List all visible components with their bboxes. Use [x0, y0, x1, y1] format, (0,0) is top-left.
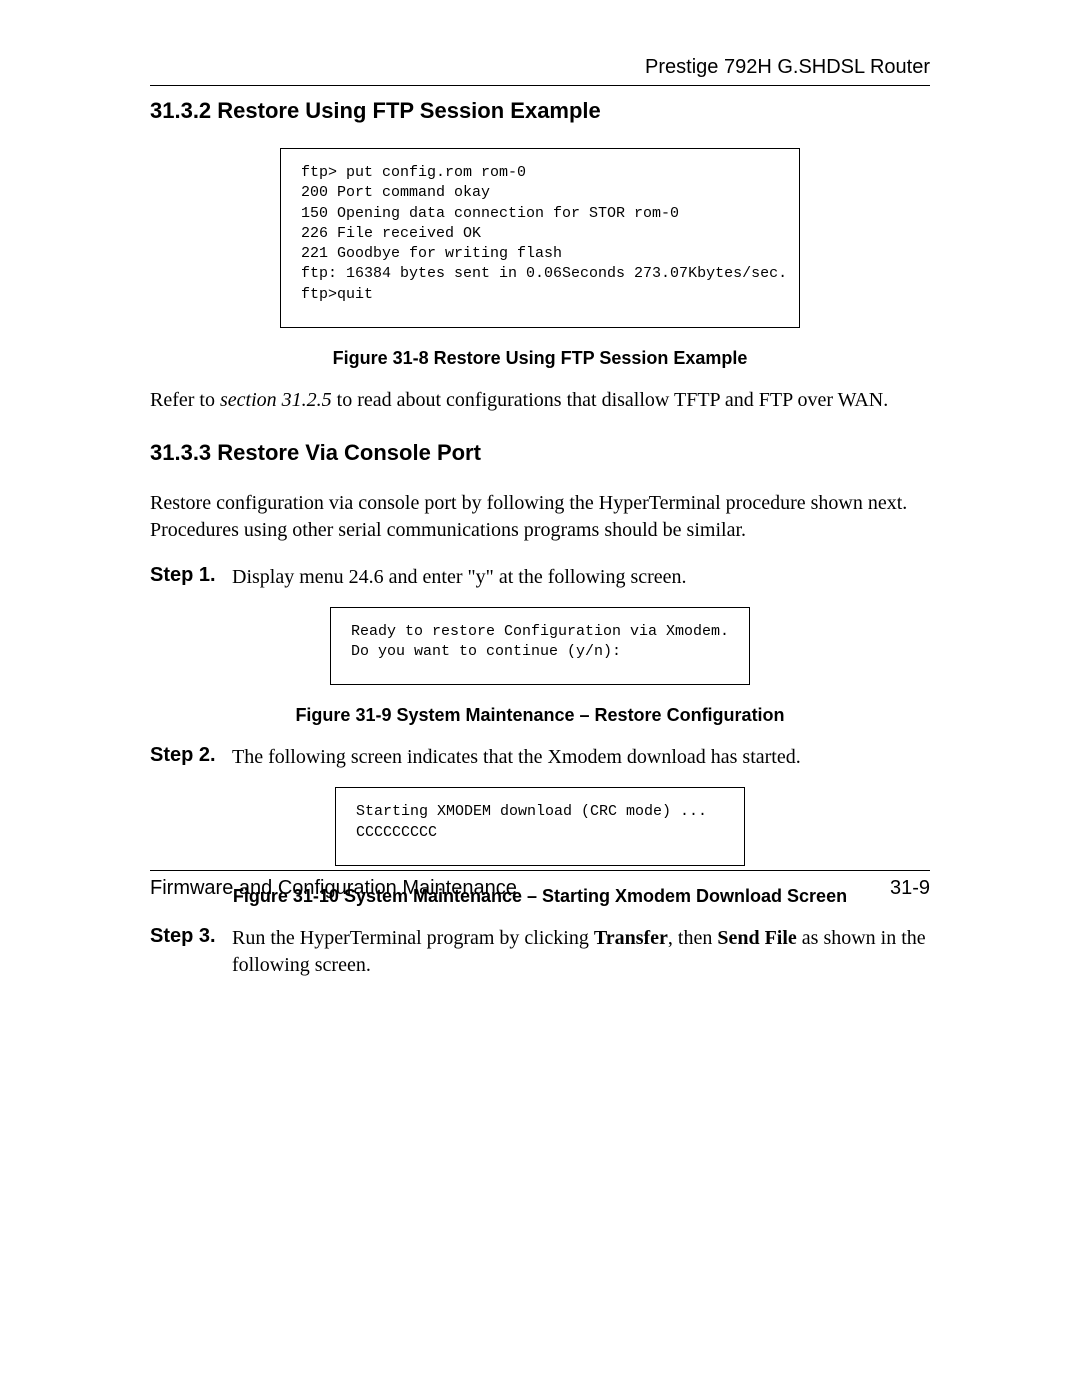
- step-1-label: Step 1.: [150, 564, 232, 591]
- refer-section-ref: section 31.2.5: [220, 389, 332, 411]
- section-heading-31-3-3: 31.3.3 Restore Via Console Port: [150, 440, 930, 466]
- refer-after: to read about configurations that disall…: [332, 389, 889, 411]
- refer-paragraph: Refer to section 31.2.5 to read about co…: [150, 387, 930, 414]
- figure-caption-31-8: Figure 31-8 Restore Using FTP Session Ex…: [150, 348, 930, 369]
- header-title: Prestige 792H G.SHDSL Router: [150, 56, 930, 79]
- ftp-session-codebox: ftp> put config.rom rom-0 200 Port comma…: [280, 148, 800, 328]
- step-2-text: The following screen indicates that the …: [232, 744, 930, 771]
- figure-caption-31-9: Figure 31-9 System Maintenance – Restore…: [150, 705, 930, 726]
- restore-config-codebox: Ready to restore Configuration via Xmode…: [330, 607, 750, 686]
- footer-right: 31-9: [890, 877, 930, 900]
- page-footer: Firmware and Configuration Maintenance 3…: [150, 870, 930, 900]
- step3-part-a: Run the HyperTerminal program by clickin…: [232, 927, 594, 949]
- step-2-row: Step 2. The following screen indicates t…: [150, 744, 930, 771]
- section2-intro: Restore configuration via console port b…: [150, 490, 930, 544]
- step-3-label: Step 3.: [150, 925, 232, 979]
- page: Prestige 792H G.SHDSL Router 31.3.2 Rest…: [0, 0, 1080, 1397]
- step-2-label: Step 2.: [150, 744, 232, 771]
- footer-line: Firmware and Configuration Maintenance 3…: [150, 877, 930, 900]
- xmodem-codebox: Starting XMODEM download (CRC mode) ... …: [335, 787, 745, 866]
- step3-bold-sendfile: Send File: [717, 927, 796, 949]
- footer-left: Firmware and Configuration Maintenance: [150, 877, 517, 900]
- footer-rule: [150, 870, 930, 871]
- step-1-row: Step 1. Display menu 24.6 and enter "y" …: [150, 564, 930, 591]
- content: 31.3.2 Restore Using FTP Session Example…: [150, 90, 930, 995]
- step-1-text: Display menu 24.6 and enter "y" at the f…: [232, 564, 930, 591]
- step3-bold-transfer: Transfer: [594, 927, 668, 949]
- step3-part-c: , then: [668, 927, 717, 949]
- header-rule: [150, 85, 930, 86]
- refer-before: Refer to: [150, 389, 220, 411]
- page-header: Prestige 792H G.SHDSL Router: [150, 56, 930, 86]
- step-3-row: Step 3. Run the HyperTerminal program by…: [150, 925, 930, 979]
- section-heading-31-3-2: 31.3.2 Restore Using FTP Session Example: [150, 98, 930, 124]
- step-3-text: Run the HyperTerminal program by clickin…: [232, 925, 930, 979]
